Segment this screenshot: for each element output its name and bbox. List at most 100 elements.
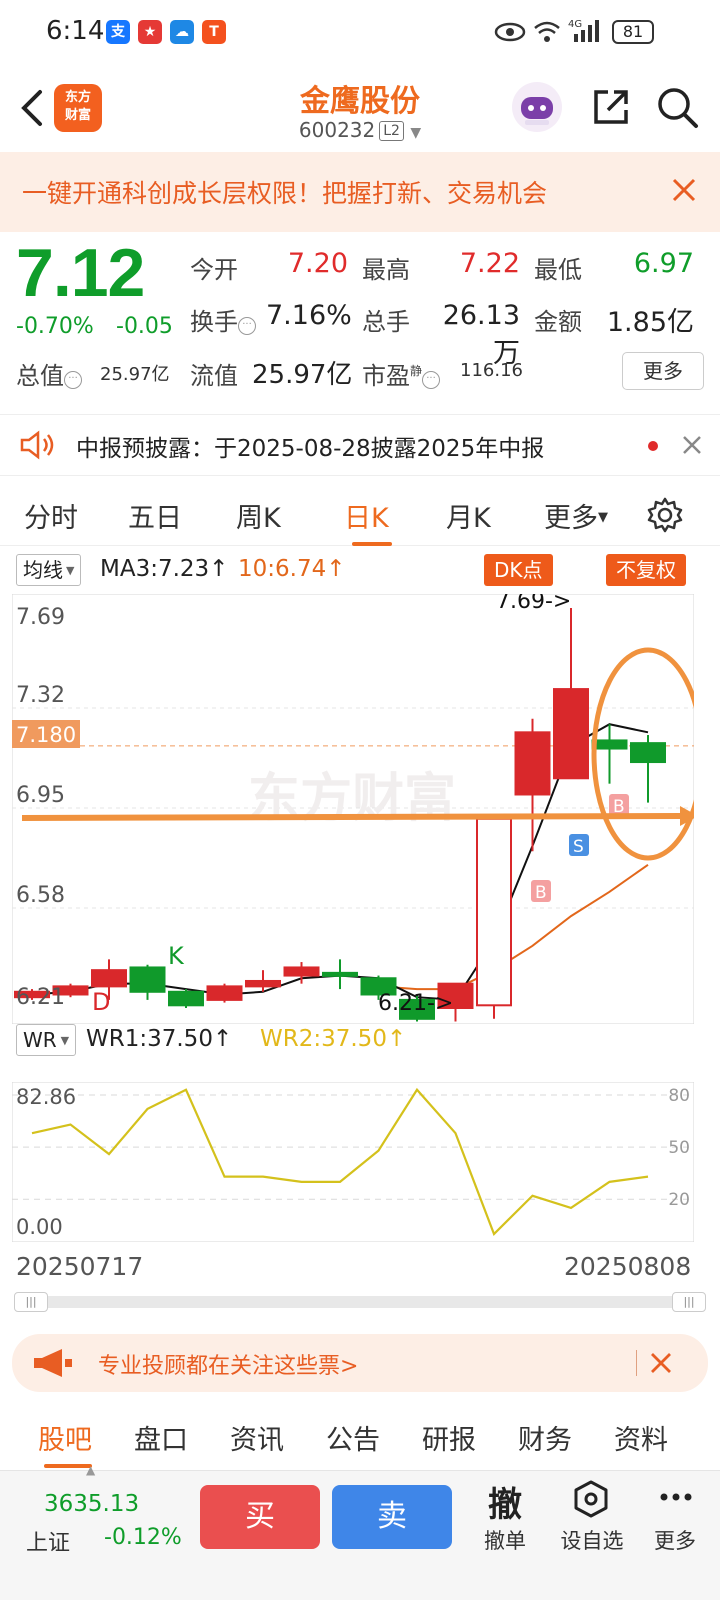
candle-body <box>283 966 320 977</box>
tab-weekly-k[interactable]: 周K <box>236 496 281 535</box>
amount-value: 1.85亿 <box>606 307 694 338</box>
y-tick-left: 0.00 <box>16 1215 63 1239</box>
tab-finance[interactable]: 财务 <box>518 1418 572 1457</box>
ma10-value: 10:6.74↑ <box>238 556 346 582</box>
dk-point-button[interactable]: DK点 <box>484 554 553 586</box>
chart-period-tabs: 分时 五日 周K 日K 月K 更多▼ <box>0 484 720 546</box>
tab-announcements[interactable]: 公告 <box>326 1418 380 1457</box>
back-button[interactable] <box>16 84 50 132</box>
buy-button[interactable]: 买 <box>200 1485 320 1549</box>
high-label: 最高 <box>362 256 410 284</box>
active-tab-indicator <box>352 542 392 546</box>
mcap-value: 25.97亿 <box>100 364 170 385</box>
info-icon[interactable]: ··· <box>238 317 256 335</box>
close-icon[interactable] <box>664 170 704 210</box>
tab-monthly-k[interactable]: 月K <box>446 496 491 535</box>
float-label: 流值 <box>190 362 238 390</box>
info-icon[interactable]: ··· <box>422 371 441 389</box>
wr-chart[interactable]: 80 50 20 82.86 0.00 <box>12 1082 694 1242</box>
megaphone-icon <box>34 1349 72 1377</box>
more-label[interactable]: 更多 <box>640 1525 710 1555</box>
slider-handle-right[interactable]: ||| <box>672 1292 706 1312</box>
volume-label: 总手 <box>362 308 410 336</box>
tab-daily-k[interactable]: 日K <box>344 496 389 535</box>
pe-label: 市盈静··· <box>362 356 441 391</box>
settings-gear-icon[interactable] <box>646 496 684 534</box>
tab-forum[interactable]: 股吧 <box>38 1418 92 1457</box>
high-annotation: 7.69-> <box>496 594 571 614</box>
candle-body <box>91 969 127 988</box>
mcap-label: 总值 ··· <box>16 356 82 391</box>
app-notification-icon: ★ <box>138 20 162 44</box>
chevron-down-icon: ▼ <box>410 125 422 141</box>
more-quote-button[interactable]: 更多 <box>622 352 704 390</box>
open-value: 7.20 <box>287 248 348 279</box>
tab-five-day[interactable]: 五日 <box>128 496 182 535</box>
battery-indicator: 81 <box>612 20 654 44</box>
header: 东方 财富 金鹰股份 600232 L2 ▼ <box>0 64 720 152</box>
status-time: 6:14 <box>46 16 105 46</box>
search-icon[interactable] <box>654 84 700 130</box>
index-value[interactable]: 3635.13 <box>44 1491 139 1517</box>
tab-intraday[interactable]: 分时 <box>24 496 78 535</box>
date-start: 20250717 <box>16 1252 144 1281</box>
last-price: 7.12 <box>16 235 145 311</box>
caret-down-icon: ▼ <box>66 564 75 577</box>
y-tick-right: 50 <box>668 1138 690 1158</box>
candle-body <box>206 985 243 1001</box>
cancel-order-icon[interactable]: 撤 <box>474 1477 536 1526</box>
add-watchlist-icon[interactable] <box>572 1479 610 1519</box>
logo-line1: 东方 <box>64 90 91 105</box>
y-tick-left: 82.86 <box>16 1085 76 1109</box>
caret-down-icon: ▼ <box>598 510 608 525</box>
promo-text: 一键开通科创成长层权限！把握打新、交易机会 <box>22 179 548 208</box>
cancel-order-label[interactable]: 撤单 <box>470 1525 540 1555</box>
adjust-mode-button[interactable]: 不复权 <box>606 554 686 586</box>
close-icon[interactable] <box>646 1348 676 1378</box>
amount-label: 金额 <box>534 308 582 336</box>
more-dots-icon[interactable] <box>658 1487 694 1507</box>
advisor-text: 专业投顾都在关注这些票> <box>98 1354 359 1379</box>
sell-button[interactable]: 卖 <box>332 1485 452 1549</box>
quote-panel: 7.12 -0.70% -0.05 今开 7.20 最高 7.22 最低 6.9… <box>0 232 720 408</box>
share-icon[interactable] <box>588 84 634 130</box>
notice-bar[interactable]: 中报预披露：于2025-08-28披露2025年中报 <box>0 414 720 476</box>
ai-assistant-icon[interactable] <box>512 82 562 132</box>
float-value: 25.97亿 <box>252 360 353 390</box>
highlight-line <box>21 813 681 821</box>
stock-code-row[interactable]: 600232 L2 ▼ <box>260 118 460 142</box>
logo-line2: 财富 <box>64 108 91 123</box>
ma-select[interactable]: 均线 ▼ <box>16 554 82 586</box>
ma-indicator-row: 均线 ▼ MA3:7.23↑ 10:6.74↑ DK点 不复权 <box>0 552 720 592</box>
weather-icon: ☁ <box>170 20 194 44</box>
candle-body <box>168 990 204 1007</box>
tab-profile[interactable]: 资料 <box>614 1418 668 1457</box>
tab-more[interactable]: 更多▼ <box>544 496 608 535</box>
info-icon[interactable]: ··· <box>64 371 82 389</box>
close-icon[interactable] <box>676 429 708 461</box>
wr2-value: WR2:37.50↑ <box>260 1026 407 1052</box>
stock-name[interactable]: 金鹰股份 <box>260 76 460 120</box>
stock-code: 600232 <box>298 118 376 142</box>
tab-order-book[interactable]: 盘口 <box>134 1418 188 1457</box>
low-label: 最低 <box>534 256 582 284</box>
kline-chart[interactable]: 东方财富 7.697.326.956.586.21 7.180 7.69-> 6… <box>12 594 694 1024</box>
notice-text: 中报预披露：于2025-08-28披露2025年中报 <box>76 436 545 462</box>
add-watchlist-label[interactable]: 设自选 <box>552 1525 632 1555</box>
advisor-banner[interactable]: 专业投顾都在关注这些票> <box>12 1334 708 1392</box>
y-tick-right: 80 <box>668 1086 690 1106</box>
turnover-value: 7.16% <box>266 300 352 331</box>
tab-news[interactable]: 资讯 <box>230 1418 284 1457</box>
candle-body <box>630 742 666 764</box>
eastmoney-logo: 东方 财富 <box>54 84 102 132</box>
candle-body <box>553 688 589 780</box>
low-value: 6.97 <box>633 248 694 279</box>
active-tab-indicator <box>44 1464 92 1468</box>
marker-s: S <box>569 834 589 857</box>
promo-banner[interactable]: 一键开通科创成长层权限！把握打新、交易机会 <box>0 152 720 232</box>
slider-handle-left[interactable]: ||| <box>14 1292 48 1312</box>
range-slider[interactable]: ||| ||| <box>14 1292 706 1312</box>
signal-icon: 4G <box>568 19 599 42</box>
wr-select[interactable]: WR ▼ <box>16 1024 77 1056</box>
tab-research[interactable]: 研报 <box>422 1418 476 1457</box>
